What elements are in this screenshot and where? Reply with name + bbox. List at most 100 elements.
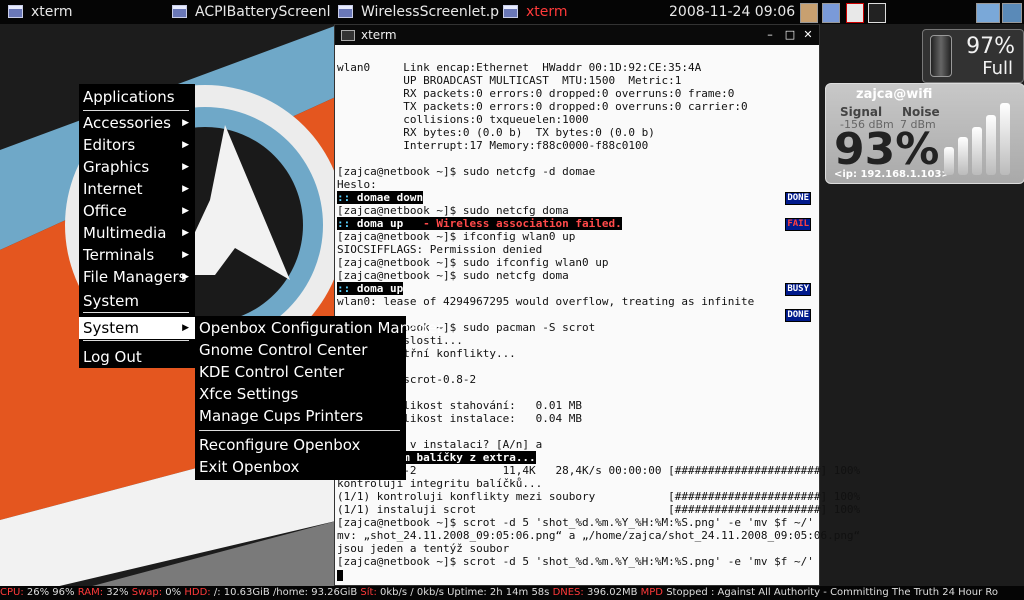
terminal-line: scrot-0.8-2 11,4K 28,4K/s 00:00:00 [####… bbox=[337, 464, 861, 477]
menu-item-label: Log Out bbox=[83, 348, 142, 366]
menu-separator bbox=[83, 312, 189, 313]
menu-item-reconfigure-openbox[interactable]: Reconfigure Openbox bbox=[195, 434, 406, 456]
menu-item-label: Internet bbox=[83, 180, 143, 198]
network-tray-icon[interactable] bbox=[976, 3, 1000, 23]
menu-item-file-managers[interactable]: File Managers ▶ bbox=[79, 266, 195, 288]
battery-icon bbox=[930, 35, 952, 77]
terminal-line: mv: „shot_24.11.2008_09:05:06.png“ a „/h… bbox=[337, 529, 861, 542]
submenu-arrow-icon: ▶ bbox=[182, 323, 189, 333]
status-bar: CPU: 26% 96% RAM: 32% Swap: 0% HDD: /: 1… bbox=[0, 586, 1024, 600]
window-icon bbox=[8, 4, 23, 18]
mpd-value: Stopped : Against All Authority - Commit… bbox=[666, 587, 998, 598]
ram-value: 32% bbox=[106, 587, 129, 598]
window-icon bbox=[338, 4, 353, 18]
menu-item-system[interactable]: System bbox=[79, 290, 195, 312]
terminal-line: Pokračovat v instalaci? [A/n] a bbox=[337, 438, 543, 451]
terminal-line: :: doma up bbox=[337, 282, 404, 295]
submenu-arrow-icon: ▶ bbox=[182, 162, 189, 172]
maximize-button[interactable]: □ bbox=[781, 25, 799, 45]
menu-separator bbox=[83, 340, 189, 341]
menu-item-label: Xfce Settings bbox=[199, 385, 299, 403]
task-label: WirelessScreenlet.p bbox=[361, 4, 500, 20]
swap-value: 0% bbox=[165, 587, 182, 598]
menu-item-label: KDE Control Center bbox=[199, 363, 345, 381]
menu-item-accessories[interactable]: Accessories ▶ bbox=[79, 112, 195, 134]
close-button[interactable]: ✕ bbox=[799, 25, 817, 45]
menu-item-exit-openbox[interactable]: Exit Openbox bbox=[195, 456, 406, 478]
volume-tray-icon[interactable] bbox=[1002, 3, 1022, 23]
menu-item-manage-cups-printers[interactable]: Manage Cups Printers bbox=[195, 405, 406, 427]
menu-item-label: Exit Openbox bbox=[199, 458, 300, 476]
menu-item-label: Gnome Control Center bbox=[199, 341, 368, 359]
menu-item-label: Accessories bbox=[83, 114, 171, 132]
wireless-screenlet[interactable]: zajca@wifi Signal Noise -156 dBm 7 dBm 9… bbox=[825, 83, 1024, 184]
menu-item-label: File Managers bbox=[83, 268, 187, 286]
net-value: 0kb/s / 0kb/s bbox=[380, 587, 444, 598]
terminal-line: UP BROADCAST MULTICAST MTU:1500 Metric:1 bbox=[337, 74, 682, 87]
link-quality: 93% bbox=[834, 124, 940, 175]
battery-screenlet[interactable]: 97% Full bbox=[922, 29, 1024, 83]
submenu-arrow-icon: ▶ bbox=[182, 140, 189, 150]
clock[interactable]: 2008-11-24 09:06 bbox=[669, 0, 795, 24]
menu-item-graphics[interactable]: Graphics ▶ bbox=[79, 156, 195, 178]
window-title: xterm bbox=[361, 28, 397, 42]
terminal-line: jsou jeden a tentýž soubor bbox=[337, 542, 510, 555]
menu-item-xfce-settings[interactable]: Xfce Settings bbox=[195, 383, 406, 405]
desktop-pager-icon[interactable] bbox=[800, 3, 818, 23]
terminal-line: Celková velikost instalace: 0.04 MB bbox=[337, 412, 583, 425]
hdd-value: /: 10.63GiB /home: 93.26GiB bbox=[213, 587, 358, 598]
terminal-line: :: Získávám balíčky z extra... bbox=[337, 451, 860, 464]
terminal-line: [zajca@netbook ~]$ sudo netcfg doma bbox=[337, 269, 569, 282]
terminal-line: [zajca@netbook ~]$ sudo netcfg doma bbox=[337, 204, 569, 217]
window-list-icon[interactable] bbox=[868, 3, 886, 23]
terminal-line: [zajca@netbook ~]$ scrot -d 5 'shot_%d.%… bbox=[337, 516, 814, 529]
text-cursor bbox=[337, 569, 343, 581]
xterm-window[interactable]: xterm – □ ✕ wlan0 Link encap:Ethernet HW… bbox=[334, 24, 860, 586]
cpu-value: 26% 96% bbox=[26, 587, 75, 598]
menu-item-label: Multimedia bbox=[83, 224, 167, 242]
uptime-value: Uptime: 2h 14m 58s bbox=[447, 587, 550, 598]
menu-item-office[interactable]: Office ▶ bbox=[79, 200, 195, 222]
taskbar-item-xterm-active[interactable]: xterm bbox=[503, 0, 568, 24]
terminal-line: TX packets:0 errors:0 dropped:0 overruns… bbox=[337, 100, 748, 113]
menu-item-label: Openbox Configuration Manager bbox=[199, 319, 444, 337]
terminal-line: (1/1) instaluji scrot [#################… bbox=[337, 503, 861, 516]
menu-item-internet[interactable]: Internet ▶ bbox=[79, 178, 195, 200]
battery-tray-icon[interactable] bbox=[846, 3, 864, 23]
status-badge-done: DONE bbox=[785, 309, 811, 322]
signal-bar bbox=[958, 137, 968, 175]
terminal-line: [zajca@netbook ~]$ sudo netcfg -d domae bbox=[337, 165, 596, 178]
terminal-line: [zajca@netbook ~]$ ifconfig wlan0 up bbox=[337, 230, 576, 243]
status-badge-fail: FAIL bbox=[785, 218, 811, 231]
submenu-arrow-icon: ▶ bbox=[182, 228, 189, 238]
terminal-line: RX packets:0 errors:0 dropped:0 overruns… bbox=[337, 87, 735, 100]
signal-bar bbox=[972, 127, 982, 175]
window-titlebar[interactable]: xterm – □ ✕ bbox=[335, 25, 819, 45]
app-launcher-icon[interactable] bbox=[822, 3, 840, 23]
task-label: ACPIBatteryScreenl bbox=[195, 4, 331, 20]
ip-address: <ip: 192.168.1.103> bbox=[834, 169, 950, 180]
root-menu: Applications Accessories ▶ Editors ▶ Graphics… bbox=[79, 84, 195, 368]
menu-item-openbox-configuration-manager[interactable]: Openbox Configuration Manager bbox=[195, 317, 443, 339]
dnes-label: DNES: bbox=[552, 587, 584, 598]
menu-item-gnome-control-center[interactable]: Gnome Control Center bbox=[195, 339, 406, 361]
menu-item-label: Graphics bbox=[83, 158, 150, 176]
menu-item-label: Reconfigure Openbox bbox=[199, 436, 361, 454]
menu-item-terminals[interactable]: Terminals ▶ bbox=[79, 244, 195, 266]
terminal-icon bbox=[341, 30, 355, 41]
menu-item-kde-control-center[interactable]: KDE Control Center bbox=[195, 361, 406, 383]
menu-item-label: System bbox=[83, 292, 139, 310]
taskbar-item-battery-screenlet[interactable]: ACPIBatteryScreenl bbox=[172, 0, 331, 24]
minimize-button[interactable]: – bbox=[761, 25, 779, 45]
menu-item-multimedia[interactable]: Multimedia ▶ bbox=[79, 222, 195, 244]
menu-item-editors[interactable]: Editors ▶ bbox=[79, 134, 195, 156]
mpd-label: MPD bbox=[640, 587, 663, 598]
submenu-arrow-icon: ▶ bbox=[182, 206, 189, 216]
submenu-arrow-icon: ▶ bbox=[182, 184, 189, 194]
taskbar-item-wireless-screenlet[interactable]: WirelessScreenlet.p bbox=[338, 0, 499, 24]
menu-item-label: Applications bbox=[83, 88, 175, 106]
taskbar-item-xterm[interactable]: xterm bbox=[8, 0, 73, 24]
menu-item-system[interactable]: System ▶ bbox=[79, 317, 195, 339]
menu-item-log-out[interactable]: Log Out bbox=[79, 346, 195, 368]
